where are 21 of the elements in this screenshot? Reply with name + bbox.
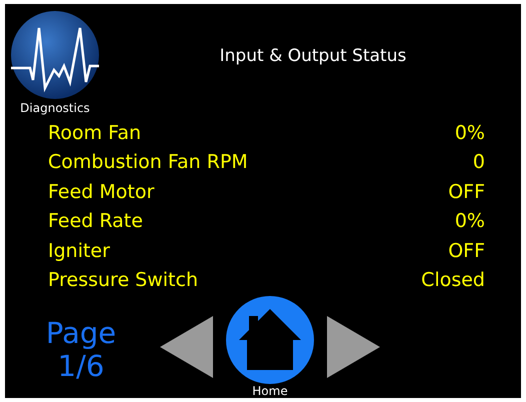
- status-label: Feed Motor: [48, 180, 154, 203]
- diagnostics-label: Diagnostics: [20, 101, 90, 115]
- page-number: 1/6: [58, 350, 104, 383]
- status-value: Closed: [421, 269, 485, 292]
- status-label: Igniter: [48, 240, 110, 262]
- heartbeat-icon[interactable]: [10, 10, 100, 100]
- home-label: Home: [252, 385, 288, 398]
- page-label: Page: [46, 317, 116, 350]
- status-value: 0%: [454, 210, 485, 232]
- status-value: OFF: [448, 180, 485, 203]
- screen-title: Input & Output Status: [220, 46, 406, 68]
- home-button[interactable]: [225, 295, 315, 385]
- previous-arrow-icon[interactable]: [160, 316, 213, 378]
- next-arrow-icon[interactable]: [327, 316, 380, 378]
- status-label: Pressure Switch: [48, 269, 198, 292]
- status-value: 0: [472, 151, 485, 174]
- status-value: 0%: [454, 122, 485, 144]
- status-label: Combustion Fan RPM: [48, 151, 248, 174]
- status-value: OFF: [448, 240, 485, 262]
- status-label: Room Fan: [48, 122, 142, 144]
- status-label: Feed Rate: [48, 210, 143, 232]
